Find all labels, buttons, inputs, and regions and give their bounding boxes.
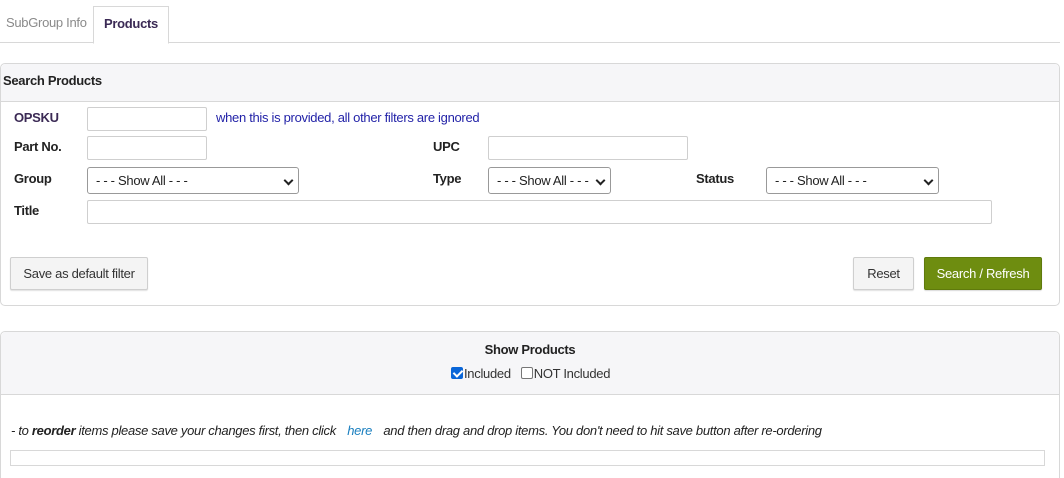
chevron-down-icon bbox=[283, 175, 294, 186]
reorder-bold: reorder bbox=[31, 423, 76, 438]
search-products-header: Search Products bbox=[1, 64, 1059, 102]
search-products-title: Search Products bbox=[3, 73, 102, 88]
opsku-input[interactable] bbox=[87, 107, 207, 131]
show-products-panel: Show Products Included NOT Included - to … bbox=[0, 331, 1060, 478]
type-label: Type bbox=[433, 171, 462, 186]
search-products-panel: Search Products OPSKU when this is provi… bbox=[0, 63, 1060, 306]
not-included-checkbox[interactable] bbox=[520, 367, 533, 379]
not-included-label: NOT Included bbox=[533, 366, 611, 381]
tab-products[interactable]: Products bbox=[93, 6, 169, 44]
title-input[interactable] bbox=[87, 200, 992, 224]
status-select-value: - - - Show All - - - bbox=[775, 173, 867, 188]
type-select-value: - - - Show All - - - bbox=[497, 173, 589, 188]
reorder-prefix: - to bbox=[11, 423, 32, 438]
status-label: Status bbox=[696, 171, 734, 186]
reorder-middle: items please save your changes first, th… bbox=[75, 423, 340, 438]
chevron-down-icon bbox=[595, 175, 606, 186]
upc-label: UPC bbox=[433, 139, 460, 154]
type-select[interactable]: - - - Show All - - - bbox=[488, 167, 611, 194]
show-products-title: Show Products bbox=[484, 342, 576, 357]
opsku-hint: when this is provided, all other filters… bbox=[216, 110, 480, 125]
chevron-down-icon bbox=[923, 175, 934, 186]
show-products-header: Show Products Included NOT Included bbox=[1, 332, 1059, 395]
group-select[interactable]: - - - Show All - - - bbox=[87, 167, 299, 194]
group-label: Group bbox=[14, 171, 52, 186]
reorder-here-link[interactable]: here bbox=[347, 423, 372, 438]
reset-button[interactable]: Reset bbox=[853, 257, 914, 290]
upc-input[interactable] bbox=[488, 136, 688, 160]
tab-bar: SubGroup Info Products bbox=[0, 0, 1060, 44]
included-label: Included bbox=[464, 366, 511, 381]
save-default-filter-button[interactable]: Save as default filter bbox=[10, 257, 148, 290]
group-select-value: - - - Show All - - - bbox=[96, 173, 188, 188]
opsku-label: OPSKU bbox=[14, 110, 59, 125]
reorder-instructions: - to reorder items please save your chan… bbox=[11, 423, 822, 438]
title-label: Title bbox=[14, 203, 39, 218]
reorder-suffix: and then drag and drop items. You don't … bbox=[380, 423, 822, 438]
products-list-container bbox=[10, 450, 1045, 466]
show-products-filter: Included NOT Included bbox=[451, 366, 610, 381]
status-select[interactable]: - - - Show All - - - bbox=[766, 167, 939, 194]
tab-subgroup-info[interactable]: SubGroup Info bbox=[0, 6, 93, 44]
included-checkbox[interactable] bbox=[451, 367, 463, 379]
part-no-input[interactable] bbox=[87, 136, 207, 160]
part-no-label: Part No. bbox=[14, 139, 62, 154]
search-refresh-button[interactable]: Search / Refresh bbox=[924, 257, 1042, 290]
